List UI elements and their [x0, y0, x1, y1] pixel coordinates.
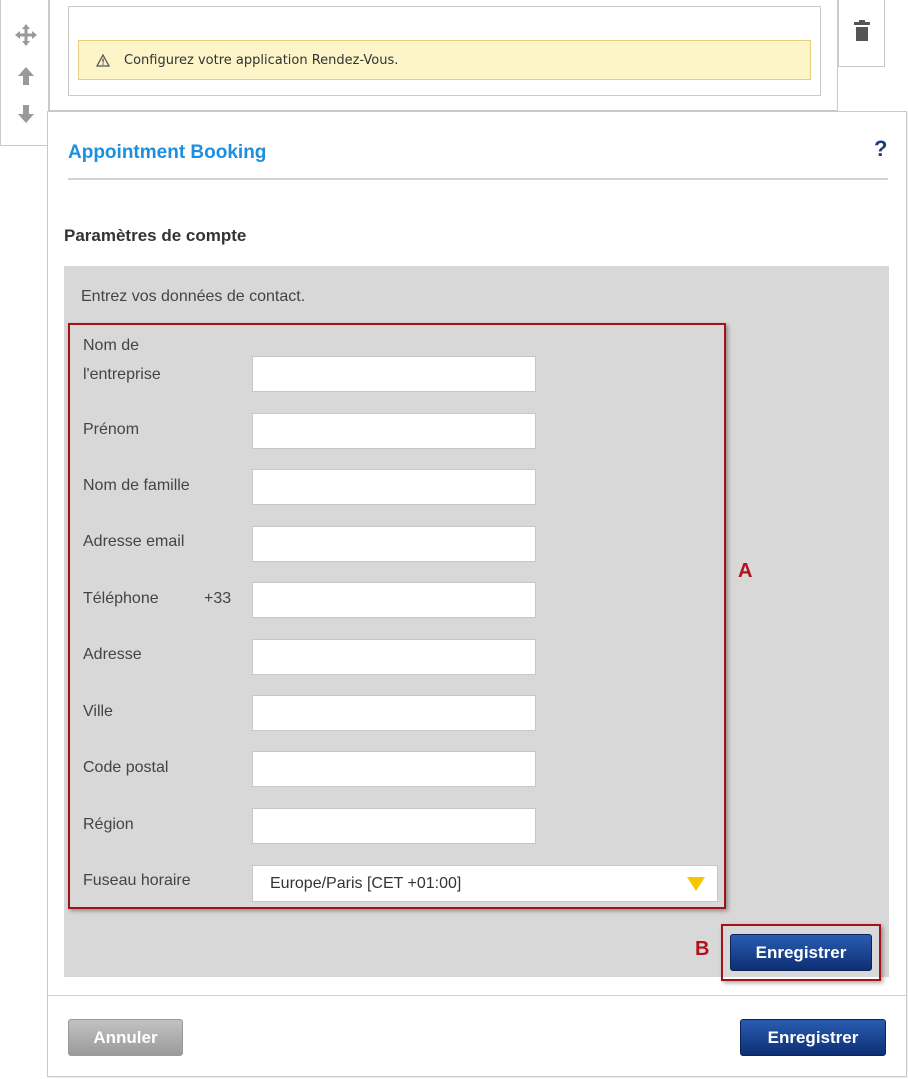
postal-code-label: Code postal — [83, 759, 169, 776]
annotation-frame-b: Enregistrer — [721, 924, 881, 981]
address-input[interactable] — [252, 639, 536, 675]
timezone-label: Fuseau horaire — [83, 872, 191, 889]
company-name-label-line1: Nom de — [83, 337, 140, 354]
region-label: Région — [83, 816, 134, 833]
email-label: Adresse email — [83, 533, 185, 550]
cancel-button[interactable]: Annuler — [68, 1019, 183, 1056]
panel-title: Appointment Booking — [68, 142, 267, 163]
notice-card: Configurez votre application Rendez-Vous… — [49, 0, 838, 111]
save-footer-button[interactable]: Enregistrer — [740, 1019, 886, 1056]
address-label: Adresse — [83, 646, 142, 663]
company-name-label: Nom de l'entreprise — [83, 331, 161, 389]
notice-text: Configurez votre application Rendez-Vous… — [124, 52, 399, 68]
first-name-label: Prénom — [83, 421, 140, 438]
chevron-down-icon — [687, 877, 705, 891]
postal-code-input[interactable] — [252, 751, 536, 787]
title-divider — [68, 178, 888, 180]
arrow-up-icon[interactable] — [13, 63, 39, 89]
company-name-input[interactable] — [252, 356, 536, 392]
phone-prefix: +33 — [204, 590, 232, 607]
delete-widget-button[interactable] — [838, 0, 885, 67]
move-icon[interactable] — [13, 22, 39, 48]
first-name-input[interactable] — [252, 413, 536, 449]
annotation-label-a: A — [738, 560, 753, 582]
warning-icon — [96, 53, 110, 67]
save-button[interactable]: Enregistrer — [730, 934, 872, 971]
annotation-label-b: B — [695, 938, 710, 960]
arrow-down-icon[interactable] — [13, 101, 39, 127]
phone-input[interactable] — [252, 582, 536, 618]
company-name-label-line2: l'entreprise — [83, 366, 161, 383]
city-label: Ville — [83, 703, 113, 720]
last-name-input[interactable] — [252, 469, 536, 505]
last-name-label: Nom de famille — [83, 477, 190, 494]
warning-notice: Configurez votre application Rendez-Vous… — [78, 40, 811, 80]
annotation-frame-a: Nom de l'entreprise Prénom Nom de famill… — [68, 323, 726, 909]
timezone-select[interactable]: Europe/Paris [CET +01:00] — [252, 865, 718, 902]
intro-text: Entrez vos données de contact. — [81, 288, 306, 305]
notice-container: Configurez votre application Rendez-Vous… — [68, 6, 821, 96]
region-input[interactable] — [252, 808, 536, 844]
footer-divider — [48, 995, 906, 996]
widget-handle-toolbar — [0, 0, 49, 146]
trash-icon — [853, 20, 870, 47]
email-input[interactable] — [252, 526, 536, 562]
phone-label: Téléphone — [83, 590, 159, 607]
city-input[interactable] — [252, 695, 536, 731]
timezone-value: Europe/Paris [CET +01:00] — [270, 874, 462, 892]
help-icon[interactable]: ? — [874, 136, 887, 162]
section-title: Paramètres de compte — [64, 226, 247, 245]
contact-form-area: Entrez vos données de contact. Nom de l'… — [64, 266, 889, 977]
